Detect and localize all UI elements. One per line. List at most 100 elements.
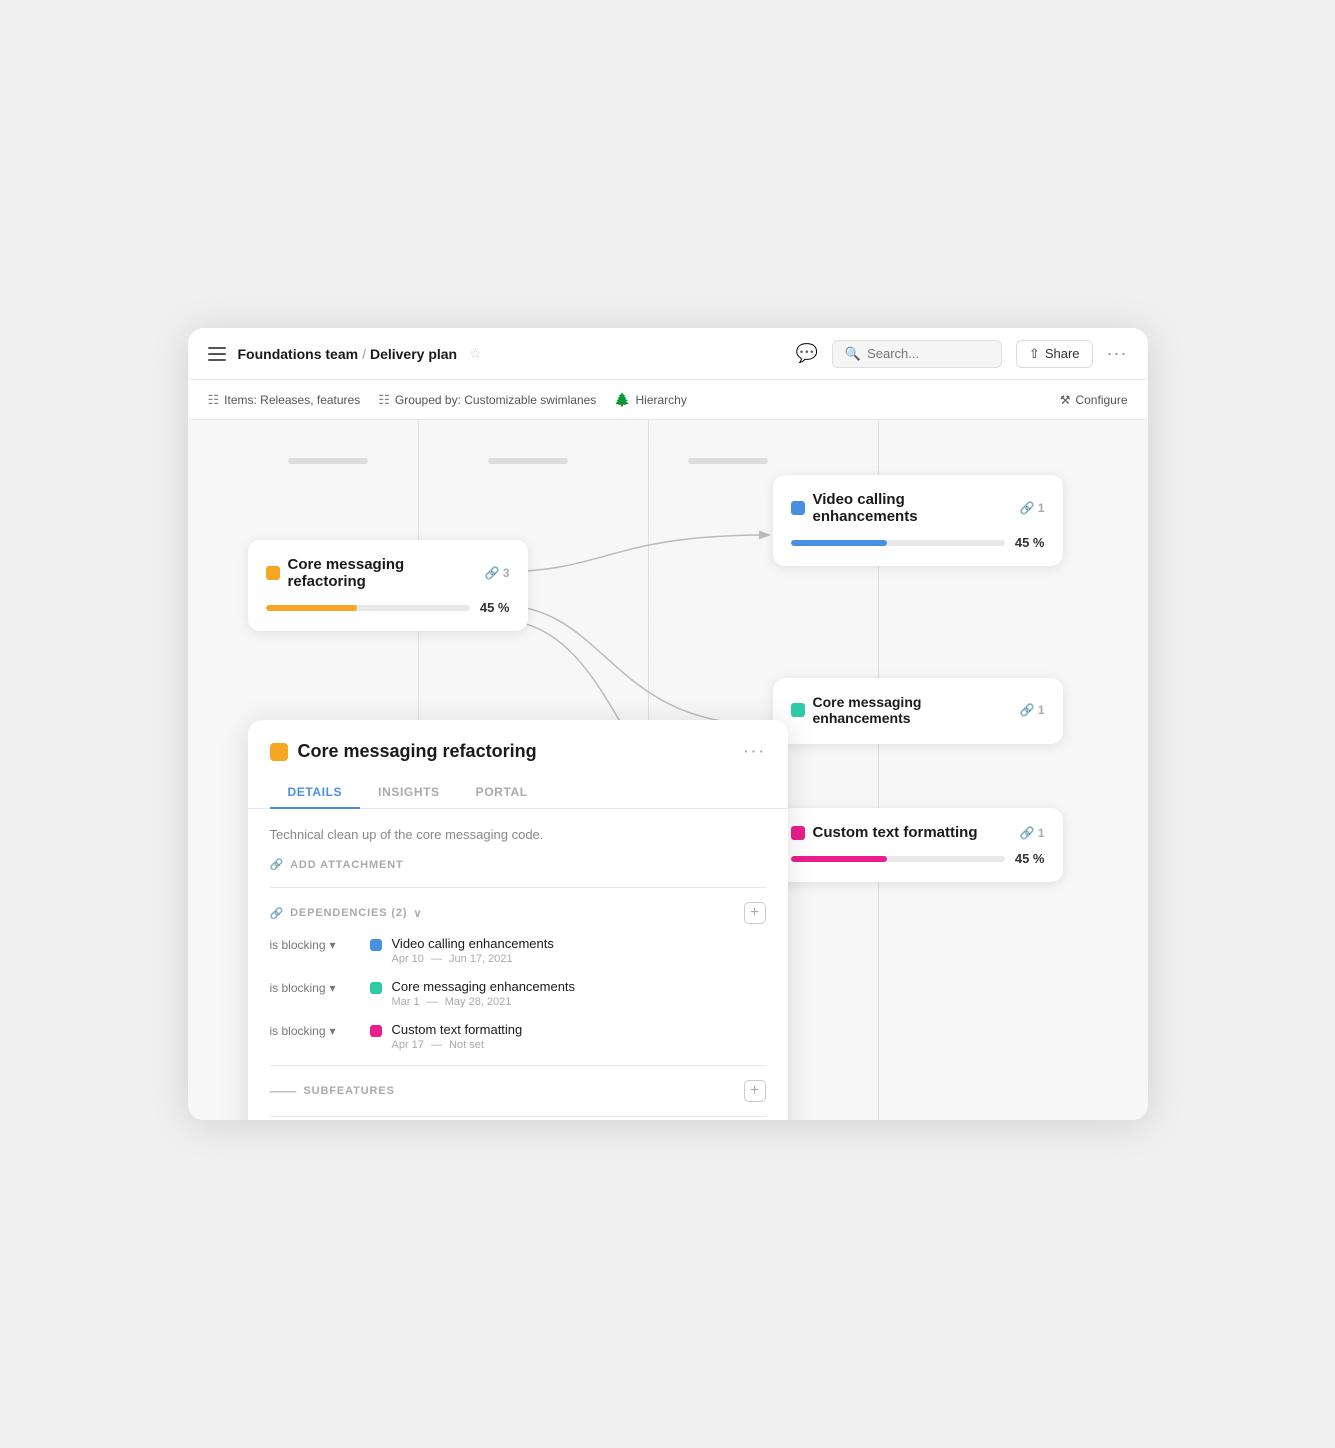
breadcrumb-plan[interactable]: Delivery plan xyxy=(370,346,457,362)
dep-date-3: Apr 17 — Not set xyxy=(392,1039,766,1051)
grouped-label: Grouped by: Customizable swimlanes xyxy=(395,393,596,407)
subheader-left: ☷ Items: Releases, features ☷ Grouped by… xyxy=(208,392,687,408)
header-right: 💬 🔍 ⇧ Share ··· xyxy=(795,340,1127,368)
detail-title-text: Core messaging refactoring xyxy=(298,741,537,762)
share-button[interactable]: ⇧ Share xyxy=(1016,340,1093,368)
search-input[interactable] xyxy=(867,346,989,361)
link-icon-video: 🔗 xyxy=(1020,501,1035,515)
share-icon: ⇧ xyxy=(1029,346,1040,362)
subfeatures-add-button[interactable]: + xyxy=(744,1080,766,1102)
timeline-bar-2 xyxy=(488,458,568,464)
attachment-icon: 🔗 xyxy=(270,858,285,871)
link-number-enh: 1 xyxy=(1038,703,1045,717)
dependencies-title[interactable]: 🔗 DEPENDENCIES (2) ∨ xyxy=(270,907,423,920)
progress-pct-custom: 45 % xyxy=(1015,851,1045,866)
subfeatures-title[interactable]: ⸻ SUBFEATURES xyxy=(270,1083,395,1099)
dep-dropdown-3: ▾ xyxy=(330,1024,336,1038)
hierarchy-filter[interactable]: 🌲 Hierarchy xyxy=(614,392,687,408)
canvas-area: Core messaging refactoring 🔗 3 45 % Vide… xyxy=(188,420,1148,1120)
dep-name-2: Core messaging enhancements xyxy=(392,979,766,994)
detail-title-dot xyxy=(270,743,288,761)
detail-description: Technical clean up of the core messaging… xyxy=(270,827,766,842)
feature-name-enh: Core messaging enhancements xyxy=(813,694,1012,726)
feature-card-video-calling[interactable]: Video calling enhancements 🔗 1 45 % xyxy=(773,475,1063,566)
link-icon-enh: 🔗 xyxy=(1020,703,1035,717)
dep-type-label-3: is blocking xyxy=(270,1024,326,1038)
dep-type-1[interactable]: is blocking ▾ xyxy=(270,938,360,952)
add-attachment-label: ADD ATTACHMENT xyxy=(290,859,404,871)
link-number-custom: 1 xyxy=(1038,826,1045,840)
dep-type-2[interactable]: is blocking ▾ xyxy=(270,981,360,995)
search-icon: 🔍 xyxy=(845,346,861,362)
feature-name-custom: Custom text formatting xyxy=(813,824,978,841)
dep-dropdown-2: ▾ xyxy=(330,981,336,995)
star-icon[interactable]: ☆ xyxy=(469,345,482,362)
feature-card-core-messaging-enh[interactable]: Core messaging enhancements 🔗 1 xyxy=(773,678,1063,744)
hierarchy-label: Hierarchy xyxy=(635,393,686,407)
feature-card-footer: 45 % xyxy=(266,600,510,615)
subfeatures-section-header: ⸻ SUBFEATURES + xyxy=(270,1080,766,1102)
tab-insights[interactable]: INSIGHTS xyxy=(360,777,457,809)
dep-dot-3 xyxy=(370,1025,382,1037)
dep-name-1: Video calling enhancements xyxy=(392,936,766,951)
breadcrumb: Foundations team / Delivery plan xyxy=(238,346,458,362)
items-icon: ☷ xyxy=(208,392,220,408)
breadcrumb-separator: / xyxy=(362,346,366,362)
progress-bar-bg-video xyxy=(791,540,1005,546)
grouped-filter[interactable]: ☷ Grouped by: Customizable swimlanes xyxy=(378,392,596,408)
feature-name-core-messaging: Core messaging refactoring xyxy=(288,556,477,590)
link-count: 🔗 3 xyxy=(485,566,510,580)
hierarchy-icon: 🌲 xyxy=(614,392,630,408)
feature-card-title: Core messaging refactoring 🔗 3 xyxy=(266,556,510,590)
detail-title: Core messaging refactoring xyxy=(270,741,537,762)
dep-name-3: Custom text formatting xyxy=(392,1022,766,1037)
dep-row-1: is blocking ▾ Video calling enhancements… xyxy=(270,936,766,965)
dep-type-3[interactable]: is blocking ▾ xyxy=(270,1024,360,1038)
progress-bar-bg xyxy=(266,605,470,611)
configure-button[interactable]: ⚒ Configure xyxy=(1060,393,1128,407)
tab-details[interactable]: DETAILS xyxy=(270,777,361,809)
configure-icon: ⚒ xyxy=(1060,393,1071,407)
app-window: Foundations team / Delivery plan ☆ 💬 🔍 ⇧… xyxy=(188,328,1148,1120)
grouped-icon: ☷ xyxy=(378,392,390,408)
subfeatures-title-text: SUBFEATURES xyxy=(303,1085,394,1097)
dep-dot-1 xyxy=(370,939,382,951)
detail-more-icon[interactable]: ··· xyxy=(743,740,766,763)
dep-add-button[interactable]: + xyxy=(744,902,766,924)
dep-type-label-2: is blocking xyxy=(270,981,326,995)
link-count-video: 🔗 1 xyxy=(1020,501,1045,515)
link-number: 3 xyxy=(503,566,510,580)
more-options-icon[interactable]: ··· xyxy=(1107,343,1128,364)
comment-icon[interactable]: 💬 xyxy=(795,343,817,364)
progress-pct-video: 45 % xyxy=(1015,535,1045,550)
link-count-enh: 🔗 1 xyxy=(1020,703,1045,717)
menu-icon[interactable] xyxy=(208,347,226,361)
progress-bar-bg-custom xyxy=(791,856,1005,862)
feature-card-title-enh: Core messaging enhancements 🔗 1 xyxy=(791,694,1045,726)
search-box[interactable]: 🔍 xyxy=(832,340,1002,368)
divider-3 xyxy=(270,1116,766,1117)
dep-info-3: Custom text formatting Apr 17 — Not set xyxy=(392,1022,766,1051)
subfeatures-icon: ⸻ xyxy=(270,1083,298,1099)
divider-1 xyxy=(270,887,766,888)
link-icon-custom: 🔗 xyxy=(1020,826,1035,840)
divider-2 xyxy=(270,1065,766,1066)
timeline-bar-1 xyxy=(288,458,368,464)
feature-card-custom-text[interactable]: Custom text formatting 🔗 1 45 % xyxy=(773,808,1063,882)
feature-card-title-custom: Custom text formatting 🔗 1 xyxy=(791,824,1045,841)
link-number-video: 1 xyxy=(1038,501,1045,515)
detail-tabs: DETAILS INSIGHTS PORTAL xyxy=(248,777,788,809)
items-filter[interactable]: ☷ Items: Releases, features xyxy=(208,392,361,408)
tab-portal[interactable]: PORTAL xyxy=(458,777,546,809)
items-label: Items: Releases, features xyxy=(224,393,360,407)
timeline-bar-3 xyxy=(688,458,768,464)
share-label: Share xyxy=(1045,346,1080,361)
feature-card-core-messaging[interactable]: Core messaging refactoring 🔗 3 45 % xyxy=(248,540,528,631)
dep-info-1: Video calling enhancements Apr 10 — Jun … xyxy=(392,936,766,965)
feature-dot-blue xyxy=(791,501,805,515)
dep-dropdown-1: ▾ xyxy=(330,938,336,952)
dep-dot-2 xyxy=(370,982,382,994)
add-attachment[interactable]: 🔗 ADD ATTACHMENT xyxy=(270,858,766,871)
dep-date-2: Mar 1 — May 28, 2021 xyxy=(392,996,766,1008)
breadcrumb-team[interactable]: Foundations team xyxy=(238,346,359,362)
